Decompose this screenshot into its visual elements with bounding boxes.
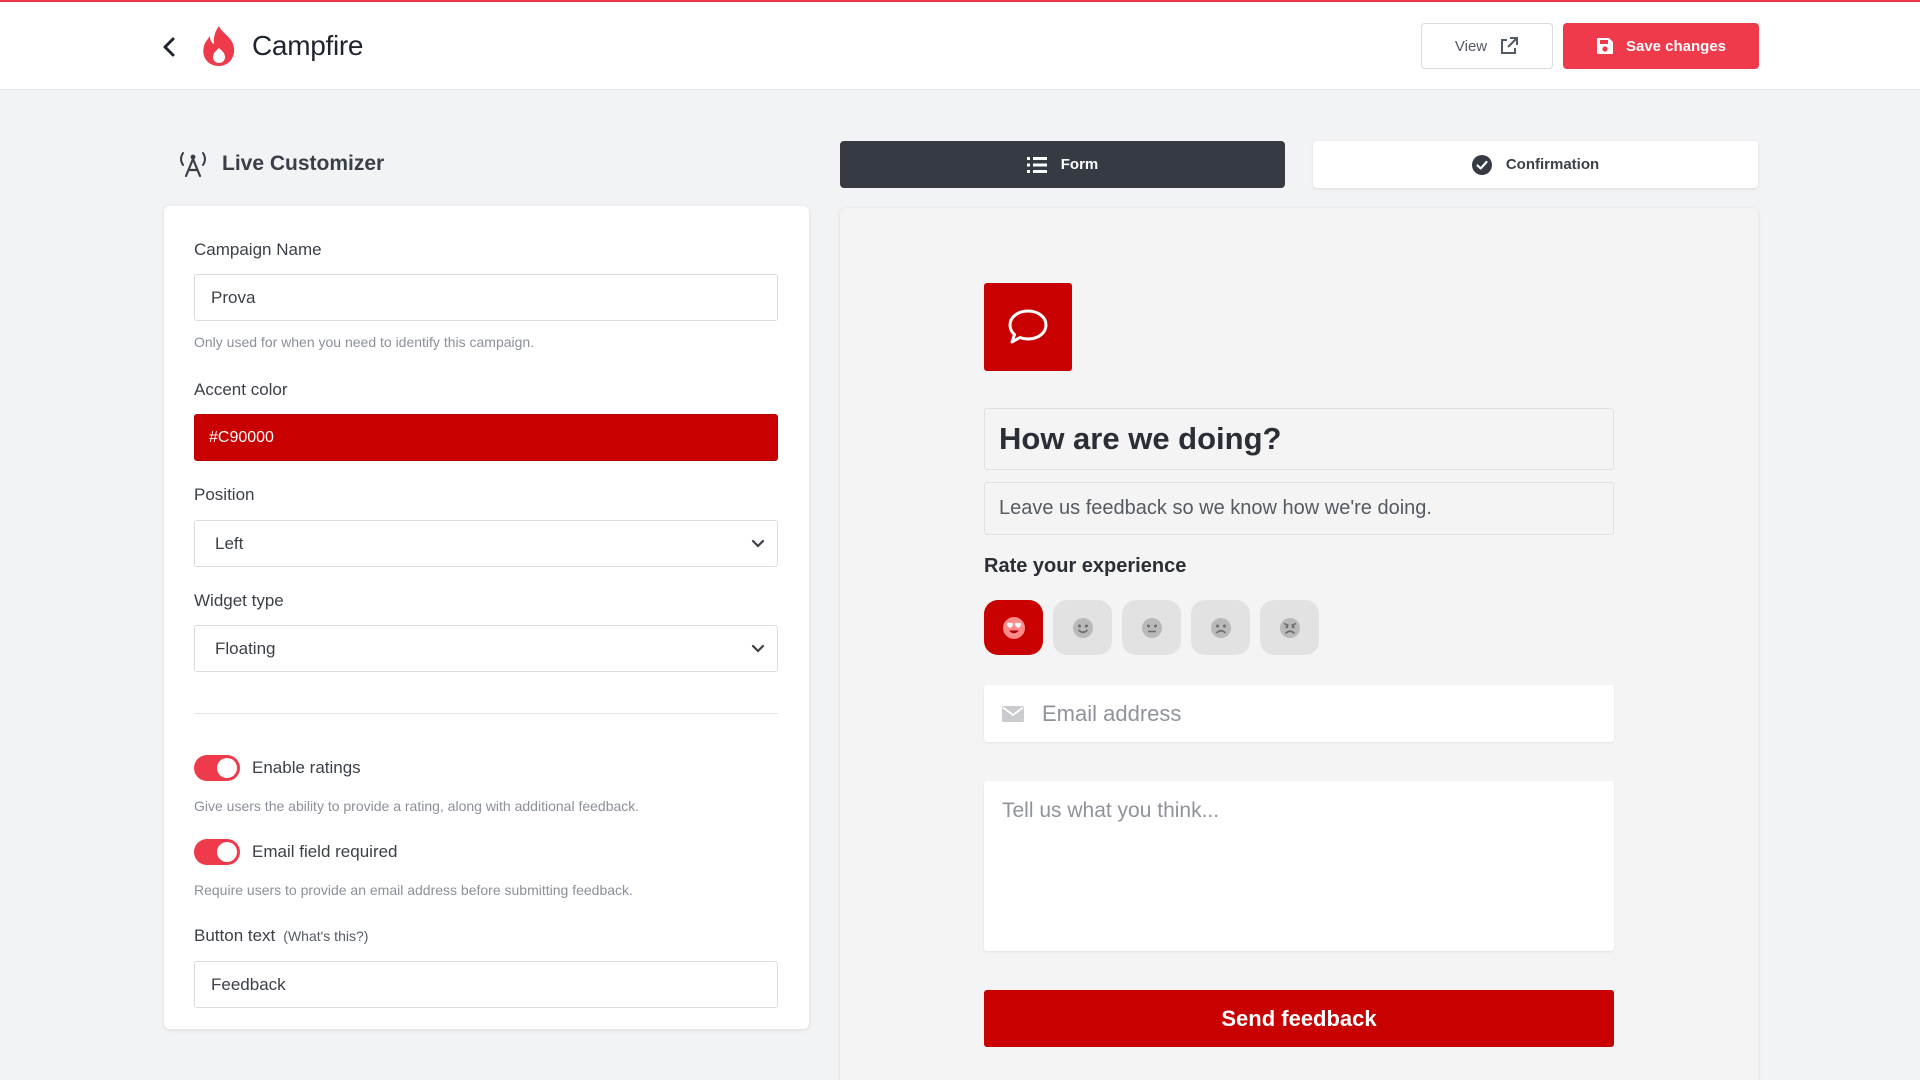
campfire-logo[interactable]: Campfire [200,24,363,68]
feedback-widget-icon [984,283,1072,371]
enable-ratings-help: Give users the ability to provide a rati… [194,798,640,814]
smile-face-icon [1072,617,1093,638]
top-bar: Campfire View Save changes [0,2,1920,90]
form-preview-panel: How are we doing? Leave us feedback so w… [840,208,1758,1080]
rating-happy-button[interactable] [1053,600,1112,655]
send-feedback-button[interactable]: Send feedback [984,990,1614,1047]
widget-type-label: Widget type [194,591,284,610]
whats-this-link[interactable]: (What's this?) [283,928,368,944]
email-placeholder: Email address [1042,700,1182,726]
check-circle-icon [1471,154,1492,175]
campaign-name-help: Only used for when you need to identify … [194,334,535,350]
save-changes-label: Save changes [1625,37,1727,55]
button-text-label-row: Button text (What's this?) [194,926,368,946]
preview-title[interactable]: How are we doing? [984,408,1614,470]
tab-confirmation[interactable]: Confirmation [1313,141,1758,188]
tab-confirmation-label: Confirmation [1505,156,1600,173]
widget-type-select[interactable]: Floating [194,625,778,672]
email-required-help: Require users to provide an email addres… [194,882,633,898]
live-customizer-header: Live Customizer [178,150,384,178]
chevron-down-icon [751,644,765,653]
button-text-input[interactable]: Feedback [194,961,778,1008]
view-button-label: View [1454,37,1488,55]
position-label: Position [194,485,255,504]
enable-ratings-row: Enable ratings [194,755,361,781]
position-select[interactable]: Left [194,520,778,567]
view-button[interactable]: View [1421,23,1553,69]
email-field[interactable]: Email address [984,685,1614,742]
floppy-disk-icon [1596,38,1613,54]
brand-name: Campfire [252,30,364,61]
rating-neutral-button[interactable] [1122,600,1181,655]
tab-form-label: Form [1060,156,1099,173]
sad-face-icon [1210,617,1231,638]
chevron-left-icon [163,37,175,57]
speech-bubble-icon [1008,309,1048,344]
position-selected-value: Left [215,533,244,553]
rating-sad-button[interactable] [1191,600,1250,655]
rating-love-button[interactable] [984,600,1043,655]
email-required-label: Email field required [252,842,398,861]
tab-form[interactable]: Form [840,141,1285,188]
customizer-card: Campaign Name Prova Only used for when y… [164,206,809,1029]
email-required-row: Email field required [194,839,398,865]
live-customizer-title: Live Customizer [222,152,385,175]
button-text-label: Button text [194,926,276,945]
neutral-face-icon [1141,617,1162,638]
angry-face-icon [1279,617,1300,638]
enable-ratings-label: Enable ratings [252,758,361,777]
widget-type-selected-value: Floating [215,638,276,658]
chevron-down-icon [751,539,765,548]
envelope-icon [1002,705,1024,722]
save-changes-button[interactable]: Save changes [1563,23,1759,69]
heart-eyes-face-icon [1002,616,1025,639]
campaign-name-label: Campaign Name [194,240,322,259]
flame-icon [203,26,235,66]
rating-options [984,600,1319,655]
rate-experience-label: Rate your experience [984,555,1187,577]
email-required-toggle[interactable] [194,839,240,865]
broadcast-tower-icon [180,152,206,178]
feedback-textarea[interactable]: Tell us what you think... [984,781,1614,951]
back-button[interactable] [156,32,182,62]
enable-ratings-toggle[interactable] [194,755,240,781]
accent-color-input[interactable]: #C90000 [194,414,778,461]
campaign-name-input[interactable]: Prova [194,274,778,321]
preview-subtitle[interactable]: Leave us feedback so we know how we're d… [984,482,1614,535]
accent-color-label: Accent color [194,380,288,399]
rating-angry-button[interactable] [1260,600,1319,655]
external-link-icon [1501,37,1519,54]
list-icon [1026,156,1047,173]
section-divider [194,713,778,714]
